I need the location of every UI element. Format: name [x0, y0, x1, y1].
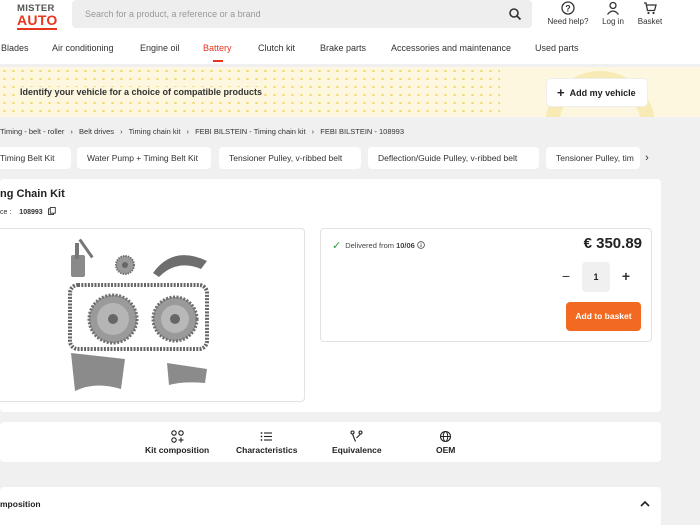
tab-label: OEM — [436, 445, 456, 455]
product-tabs — [0, 422, 661, 462]
breadcrumb-separator: › — [120, 127, 123, 136]
nav-item-used-parts[interactable]: Used parts — [535, 43, 579, 53]
tab-label: Kit composition — [145, 445, 210, 455]
nav-item-brake-parts[interactable]: Brake parts — [320, 43, 366, 53]
cart-icon — [644, 2, 657, 15]
composition-title: mposition — [0, 499, 41, 509]
grid-plus-icon — [170, 430, 184, 443]
globe-icon — [440, 430, 452, 443]
chip-water-pump-kit[interactable]: Water Pump + Timing Belt Kit — [77, 147, 211, 169]
quantity-decrease-button[interactable]: − — [560, 268, 572, 284]
add-vehicle-label: Add my vehicle — [569, 88, 636, 98]
nav-item-engine-oil[interactable]: Engine oil — [140, 43, 180, 53]
branch-icon — [350, 430, 363, 442]
breadcrumb: Timing - belt - roller › Belt drives › T… — [0, 127, 408, 136]
help-button[interactable]: ? Need help? — [545, 1, 591, 26]
chevron-right-icon[interactable]: › — [640, 151, 654, 165]
svg-text:?: ? — [565, 4, 571, 14]
logo-underline — [17, 27, 57, 30]
product-price: € 350.89 — [583, 235, 642, 252]
product-title: ng Chain Kit — [0, 188, 65, 200]
composition-section — [0, 487, 661, 525]
tab-characteristics[interactable]: Characteristics — [236, 430, 297, 455]
nav-item-clutch-kit[interactable]: Clutch kit — [258, 43, 295, 53]
breadcrumb-current: FEBI BILSTEIN - 108993 — [320, 127, 405, 136]
nav-item-blades[interactable]: Blades — [1, 43, 29, 53]
tab-oem[interactable]: OEM — [436, 430, 455, 455]
nav-item-air-conditioning[interactable]: Air conditioning — [52, 43, 114, 53]
timing-chain-kit-image — [68, 238, 209, 391]
breadcrumb-item[interactable]: Belt drives — [79, 127, 114, 136]
user-icon — [606, 1, 620, 15]
basket-label: Basket — [637, 17, 663, 26]
help-label: Need help? — [547, 17, 589, 26]
chevron-up-icon[interactable] — [638, 497, 652, 511]
tab-equivalence[interactable]: Equivalence — [332, 430, 382, 455]
nav-item-accessories[interactable]: Accessories and maintenance — [391, 43, 511, 53]
plus-icon: + — [557, 85, 565, 100]
site-header: MISTER AUTO Search for a product, a refe… — [0, 0, 700, 64]
breadcrumb-item[interactable]: Timing chain kit — [129, 127, 181, 136]
breadcrumb-item[interactable]: FEBI BILSTEIN - Timing chain kit — [195, 127, 305, 136]
delivery-info: ✓ Delivered from 10/06 — [332, 239, 425, 252]
nav-active-indicator — [213, 60, 223, 62]
logo[interactable]: MISTER AUTO — [17, 4, 61, 30]
main-nav: Blades Air conditioning Engine oil Batte… — [0, 40, 700, 64]
search-input[interactable]: Search for a product, a reference or a b… — [72, 0, 532, 28]
basket-button[interactable]: Basket — [627, 1, 673, 26]
login-label: Log in — [602, 17, 624, 26]
list-icon — [260, 432, 273, 441]
related-products-chips: Timing Belt Kit Water Pump + Timing Belt… — [0, 147, 700, 169]
add-vehicle-button[interactable]: + Add my vehicle — [547, 79, 647, 106]
chip-tensioner-pulley-timing[interactable]: Tensioner Pulley, tim — [546, 147, 640, 169]
delivery-label: Delivered from — [345, 241, 394, 250]
logo-line2: AUTO — [17, 11, 58, 28]
banner-text: Identify your vehicle for a choice of co… — [18, 87, 265, 97]
quantity-input[interactable]: 1 — [582, 262, 610, 292]
check-icon: ✓ — [332, 240, 342, 252]
reference-value: 108993 — [19, 209, 43, 216]
tab-kit-composition[interactable]: Kit composition — [145, 430, 209, 455]
quantity-increase-button[interactable]: + — [620, 268, 632, 284]
search-placeholder: Search for a product, a reference or a b… — [85, 9, 261, 19]
breadcrumb-item[interactable]: Timing - belt - roller — [0, 127, 64, 136]
nav-item-battery[interactable]: Battery — [203, 43, 232, 53]
tab-label: Characteristics — [236, 445, 298, 455]
product-image[interactable] — [0, 228, 305, 402]
chip-guide-pulley[interactable]: Deflection/Guide Pulley, v-ribbed belt — [368, 147, 539, 169]
product-reference: ce : 108993 — [0, 207, 56, 216]
tab-label: Equivalence — [332, 445, 382, 455]
breadcrumb-separator: › — [70, 127, 73, 136]
copy-icon[interactable] — [47, 207, 56, 215]
add-to-basket-button[interactable]: Add to basket — [566, 302, 641, 331]
help-icon: ? — [561, 1, 575, 15]
chip-timing-belt-kit[interactable]: Timing Belt Kit — [0, 147, 71, 169]
reference-label: ce : — [0, 209, 12, 216]
delivery-date: 10/06 — [396, 241, 415, 250]
chip-tensioner-pulley[interactable]: Tensioner Pulley, v-ribbed belt — [219, 147, 361, 169]
info-icon[interactable] — [417, 241, 425, 249]
search-icon[interactable] — [508, 7, 522, 21]
breadcrumb-separator: › — [311, 127, 315, 136]
breadcrumb-separator: › — [186, 127, 190, 136]
